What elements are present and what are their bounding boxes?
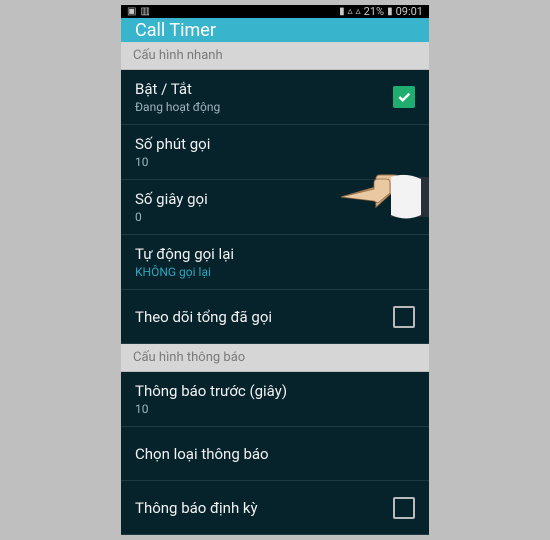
row-auto-redial[interactable]: Tự động gọi lại KHÔNG gọi lại [121,235,429,290]
notification-icon: ▣ [127,6,136,17]
check-icon [396,89,412,105]
row-notify-type[interactable]: Chọn loại thông báo [121,427,429,481]
battery-pct: 21% [364,5,384,18]
toggle-checkbox[interactable] [393,86,415,108]
section-notify-config: Cấu hình thông báo [121,344,429,372]
row-notify-before[interactable]: Thông báo trước (giây) 10 [121,372,429,427]
row-title: Thông báo định kỳ [135,499,258,517]
track-checkbox[interactable] [393,306,415,328]
settings-list[interactable]: Cấu hình nhanh Bật / Tắt Đang hoạt động … [121,42,429,535]
row-call-seconds[interactable]: Số giây gọi 0 [121,180,429,235]
row-sub: Đang hoạt động [135,100,220,114]
clock: 09:01 [396,5,423,18]
phone-screen: ▣ ▥ ▮ ▵ ▵ 21% ▮ 09:01 Call Timer Cấu hìn… [121,5,429,535]
row-title: Chọn loại thông báo [135,445,269,463]
row-title: Thông báo trước (giây) [135,382,287,400]
row-title: Số phút gọi [135,135,210,153]
app-title: Call Timer [135,20,216,41]
row-toggle[interactable]: Bật / Tắt Đang hoạt động [121,70,429,125]
row-notify-periodic[interactable]: Thông báo định kỳ [121,481,429,535]
row-sub: 0 [135,210,208,224]
row-track-total[interactable]: Theo dõi tổng đã gọi [121,290,429,344]
row-title: Theo dõi tổng đã gọi [135,308,272,326]
status-bar: ▣ ▥ ▮ ▵ ▵ 21% ▮ 09:01 [121,5,429,18]
battery-icon: ▮ [387,6,393,17]
row-sub: KHÔNG gọi lại [135,265,234,279]
sim-icon: ▥ [140,6,149,17]
signal-icon: ▵ [348,6,353,17]
row-sub: 10 [135,402,287,416]
row-call-minutes[interactable]: Số phút gọi 10 [121,125,429,180]
row-title: Tự động gọi lại [135,245,234,263]
sim-card-icon: ▮ [339,6,345,17]
row-title: Số giây gọi [135,190,208,208]
periodic-checkbox[interactable] [393,497,415,519]
section-quick-config: Cấu hình nhanh [121,42,429,70]
signal2-icon: ▵ [356,6,361,17]
row-sub: 10 [135,155,210,169]
app-bar: Call Timer [121,18,429,42]
row-title: Bật / Tắt [135,80,220,98]
